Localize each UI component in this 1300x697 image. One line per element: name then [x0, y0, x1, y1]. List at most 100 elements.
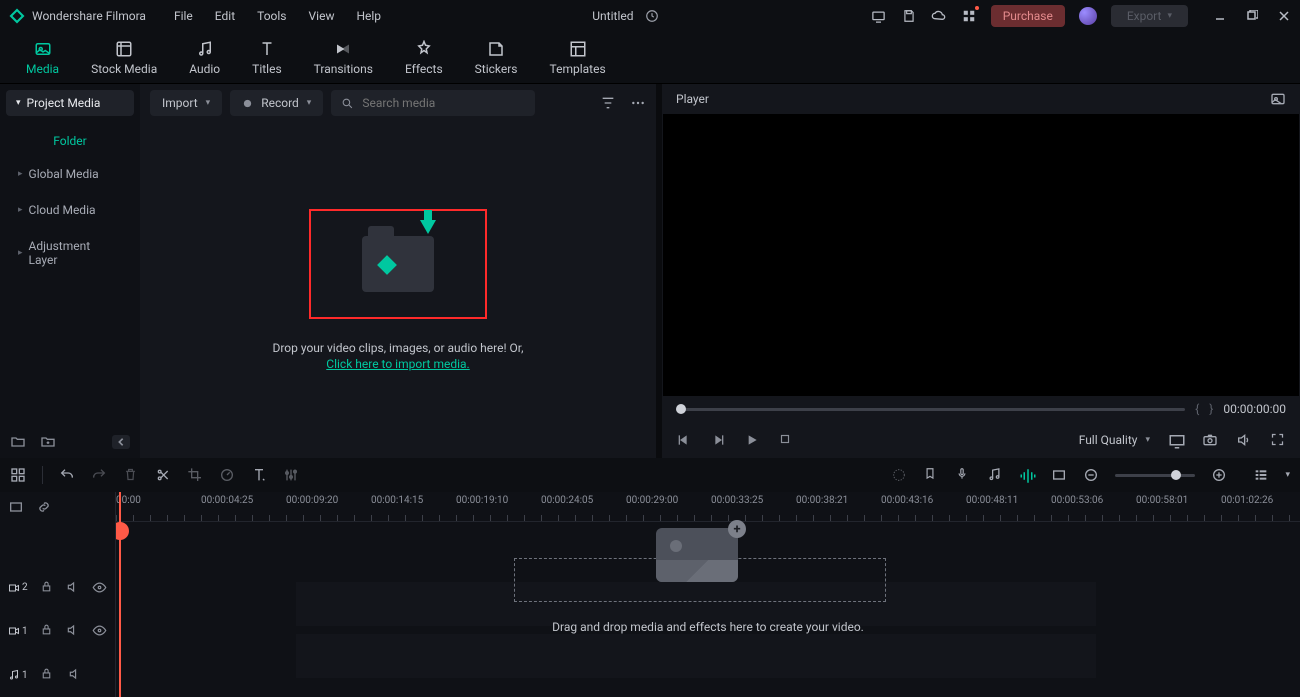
- track-head-video-2[interactable]: 2: [0, 566, 115, 610]
- media-placeholder-thumb[interactable]: +: [656, 528, 738, 582]
- sidebar-folder[interactable]: Folder: [4, 126, 136, 156]
- speed-icon[interactable]: [219, 467, 235, 483]
- search-input[interactable]: [362, 96, 522, 110]
- tab-stickers[interactable]: Stickers: [475, 40, 518, 76]
- prev-frame-icon[interactable]: [676, 432, 692, 448]
- tab-media[interactable]: Media: [26, 40, 59, 76]
- sidebar-item-global-media[interactable]: ▸Global Media: [8, 158, 132, 190]
- more-icon[interactable]: [630, 95, 646, 111]
- collapse-sidebar-button[interactable]: [112, 435, 130, 449]
- app-name: Wondershare Filmora: [32, 9, 146, 23]
- mute-icon[interactable]: [66, 623, 80, 639]
- camera-icon[interactable]: [1202, 432, 1218, 448]
- zoom-in-icon[interactable]: [1211, 467, 1227, 483]
- sidebar-item-cloud-media[interactable]: ▸Cloud Media: [8, 194, 132, 226]
- quality-dropdown[interactable]: Full Quality▾: [1079, 433, 1150, 447]
- tab-effects[interactable]: Effects: [405, 40, 443, 76]
- player-title: Player: [676, 92, 709, 106]
- list-view-icon[interactable]: [1253, 467, 1269, 483]
- track-options-icon[interactable]: [8, 499, 24, 515]
- menu-file[interactable]: File: [174, 9, 193, 23]
- save-icon[interactable]: [901, 8, 917, 24]
- document-title: Untitled: [592, 9, 633, 23]
- fullscreen-icon[interactable]: [1270, 432, 1286, 448]
- split-icon[interactable]: [155, 467, 171, 483]
- auto-beat-icon[interactable]: [1019, 467, 1035, 483]
- link-icon[interactable]: [36, 499, 52, 515]
- maximize-icon[interactable]: [1244, 8, 1260, 24]
- filter-icon[interactable]: [600, 95, 616, 111]
- menu-view[interactable]: View: [309, 9, 335, 23]
- menu-tools[interactable]: Tools: [257, 9, 286, 23]
- view-chevron-icon[interactable]: ▾: [1285, 470, 1290, 480]
- tab-stock-media[interactable]: Stock Media: [91, 40, 157, 76]
- import-dropdown[interactable]: Import▾: [150, 90, 222, 116]
- audio-mixer-icon[interactable]: [987, 467, 1003, 483]
- tab-transitions[interactable]: Transitions: [314, 40, 373, 76]
- record-dropdown[interactable]: Record▾: [230, 90, 323, 116]
- text-icon[interactable]: [251, 467, 267, 483]
- display-icon[interactable]: [1168, 432, 1184, 448]
- lock-icon[interactable]: [40, 580, 54, 596]
- primary-tabs: Media Stock Media Audio Titles Transitio…: [0, 32, 1300, 84]
- zoom-out-icon[interactable]: [1083, 467, 1099, 483]
- tab-audio[interactable]: Audio: [189, 40, 220, 76]
- mute-icon[interactable]: [66, 580, 80, 596]
- media-dropzone[interactable]: Drop your video clips, images, or audio …: [140, 122, 656, 458]
- render-icon[interactable]: [891, 467, 907, 483]
- delete-icon[interactable]: [123, 467, 139, 483]
- play-icon[interactable]: [744, 432, 760, 448]
- folder-outline-icon[interactable]: [10, 434, 26, 450]
- voiceover-icon[interactable]: [955, 467, 971, 483]
- lock-icon[interactable]: [40, 623, 54, 639]
- volume-icon[interactable]: [1236, 432, 1252, 448]
- menu-help[interactable]: Help: [356, 9, 381, 23]
- close-icon[interactable]: [1276, 8, 1292, 24]
- aspect-icon[interactable]: [1051, 467, 1067, 483]
- timeline-ruler[interactable]: 00:0000:00:04:2500:00:09:2000:00:14:1500…: [116, 492, 1300, 522]
- snapshot-icon[interactable]: [1270, 91, 1286, 107]
- timeline: 2 1 1 00:0000:00:04:2500:00:09:2000:00:1…: [0, 492, 1300, 697]
- purchase-button[interactable]: Purchase: [991, 5, 1065, 27]
- title-bar: Wondershare Filmora File Edit Tools View…: [0, 0, 1300, 32]
- adjust-icon[interactable]: [283, 467, 299, 483]
- project-media-heading[interactable]: ▾Project Media: [6, 90, 134, 116]
- lock-icon[interactable]: [40, 667, 56, 683]
- new-folder-icon[interactable]: [40, 434, 56, 450]
- mark-in-icon[interactable]: {: [1195, 402, 1199, 416]
- track-head-video-1[interactable]: 1: [0, 610, 115, 654]
- player-scrubber[interactable]: [676, 408, 1185, 411]
- tab-templates[interactable]: Templates: [550, 40, 606, 76]
- eye-icon[interactable]: [92, 623, 107, 639]
- track-head-audio-1[interactable]: 1: [0, 653, 115, 697]
- sidebar-item-adjustment-layer[interactable]: ▸Adjustment Layer: [8, 230, 132, 276]
- zoom-slider[interactable]: [1115, 474, 1195, 477]
- stop-icon[interactable]: [778, 432, 794, 448]
- media-sidebar: ▾Project Media Folder ▸Global Media ▸Clo…: [0, 84, 140, 458]
- cloud-icon[interactable]: [931, 8, 947, 24]
- undo-icon[interactable]: [59, 467, 75, 483]
- import-media-link[interactable]: Click here to import media.: [326, 357, 469, 371]
- player-timecode: 00:00:00:00: [1223, 402, 1286, 416]
- dropzone-text: Drop your video clips, images, or audio …: [272, 341, 523, 355]
- search-media[interactable]: [331, 90, 535, 116]
- layout-icon[interactable]: [10, 467, 26, 483]
- menu-edit[interactable]: Edit: [215, 9, 235, 23]
- mark-out-icon[interactable]: }: [1209, 402, 1213, 416]
- screen-icon[interactable]: [871, 8, 887, 24]
- timeline-toolbar: ▾: [0, 458, 1300, 492]
- redo-icon[interactable]: [91, 467, 107, 483]
- eye-icon[interactable]: [92, 580, 107, 596]
- apps-icon[interactable]: [961, 8, 977, 24]
- crop-icon[interactable]: [187, 467, 203, 483]
- playhead[interactable]: [119, 492, 121, 697]
- next-frame-icon[interactable]: [710, 432, 726, 448]
- minimize-icon[interactable]: [1212, 8, 1228, 24]
- add-media-icon[interactable]: +: [728, 520, 746, 538]
- tab-titles[interactable]: Titles: [252, 40, 281, 76]
- timeline-tracks[interactable]: 00:0000:00:04:2500:00:09:2000:00:14:1500…: [116, 492, 1300, 697]
- marker-icon[interactable]: [923, 467, 939, 483]
- mute-icon[interactable]: [68, 667, 84, 683]
- user-avatar[interactable]: [1079, 7, 1097, 25]
- history-icon[interactable]: [644, 8, 660, 24]
